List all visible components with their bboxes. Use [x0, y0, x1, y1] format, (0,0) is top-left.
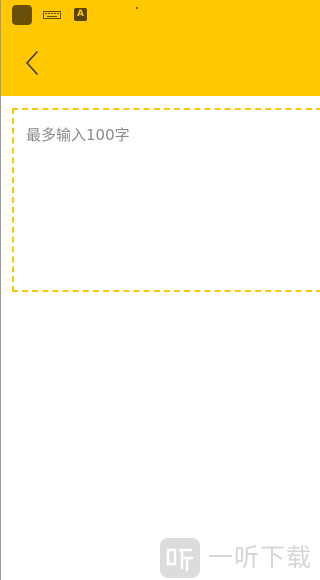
- chevron-left-icon: [26, 51, 38, 75]
- app-header: A: [0, 0, 320, 96]
- input-method-a-icon: A: [74, 8, 87, 21]
- back-button[interactable]: [18, 44, 48, 84]
- keyboard-icon: [43, 11, 61, 19]
- status-dot: [136, 7, 138, 9]
- content-input[interactable]: [14, 110, 320, 290]
- frame-border: [0, 0, 1, 580]
- app-icon: [12, 5, 32, 25]
- text-input-area: [12, 108, 320, 292]
- status-bar: A: [0, 0, 320, 30]
- watermark-text: 一听下载: [208, 543, 313, 572]
- watermark: 一听下载: [160, 536, 320, 580]
- yiting-logo: [160, 538, 200, 578]
